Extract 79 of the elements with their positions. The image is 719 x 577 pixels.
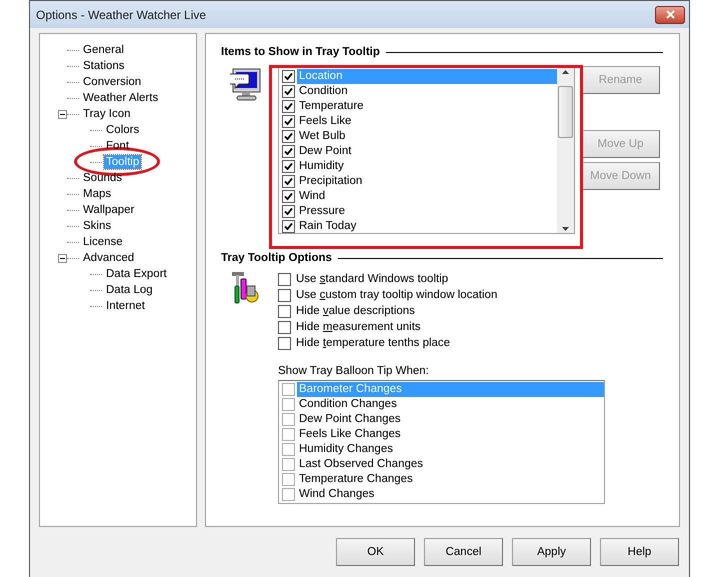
option-label[interactable]: Hide value descriptions xyxy=(296,305,415,317)
option-label[interactable]: Hide temperature tenths place xyxy=(296,337,450,349)
section-title: Items to Show in Tray Tooltip xyxy=(221,46,380,58)
list-item[interactable]: Last Observed Changes xyxy=(297,457,604,472)
checkbox[interactable] xyxy=(278,288,291,302)
list-item[interactable]: Wind Changes xyxy=(297,487,604,502)
checkbox[interactable] xyxy=(282,175,295,188)
tree-item[interactable]: Sounds xyxy=(81,171,124,185)
tree-item[interactable]: Conversion xyxy=(81,75,144,89)
list-item[interactable]: Humidity Changes xyxy=(297,442,604,457)
scrollbar-thumb[interactable] xyxy=(558,86,573,138)
tree-item[interactable]: Data Log xyxy=(104,283,155,297)
tree-item[interactable]: Maps xyxy=(81,187,114,201)
list-item[interactable]: Feels Like Changes xyxy=(297,427,604,442)
checkbox[interactable] xyxy=(282,115,295,128)
checkbox[interactable] xyxy=(282,220,295,233)
window-title: Options - Weather Watcher Live xyxy=(36,8,206,22)
tree-item[interactable]: Colors xyxy=(104,123,142,137)
checkbox[interactable] xyxy=(278,336,291,350)
option-label[interactable]: Hide measurement units xyxy=(296,321,421,333)
list-item[interactable]: Wet Bulb xyxy=(297,129,557,144)
scrollbar[interactable] xyxy=(557,68,574,233)
monitor-icon xyxy=(230,67,261,101)
dialog-button[interactable]: Cancel xyxy=(424,538,503,566)
tree-item[interactable]: Internet xyxy=(104,299,147,313)
list-item[interactable]: Temperature xyxy=(297,99,557,114)
scroll-up-icon[interactable] xyxy=(562,70,569,74)
checkbox[interactable] xyxy=(278,320,291,334)
collapse-icon[interactable] xyxy=(58,110,67,118)
checkbox[interactable] xyxy=(282,383,295,396)
tree-item[interactable]: Weather Alerts xyxy=(81,91,160,105)
checkbox[interactable] xyxy=(282,190,295,203)
collapse-icon[interactable] xyxy=(58,254,67,262)
field-label: Show Tray Balloon Tip When: xyxy=(278,365,430,377)
list-item[interactable]: Condition xyxy=(297,84,557,99)
checkbox[interactable] xyxy=(282,413,295,426)
checkbox[interactable] xyxy=(282,473,295,486)
list-item[interactable]: Dew Point xyxy=(297,144,557,159)
list-item[interactable]: Feels Like xyxy=(297,114,557,129)
list-item[interactable]: Condition Changes xyxy=(297,397,604,412)
close-icon xyxy=(666,10,674,19)
list-item[interactable]: Wind xyxy=(297,189,557,204)
tree-item[interactable]: Tray Icon xyxy=(81,107,133,121)
checkbox[interactable] xyxy=(282,205,295,218)
checkbox[interactable] xyxy=(278,304,291,318)
checkbox[interactable] xyxy=(282,160,295,173)
tree-item[interactable]: License xyxy=(81,235,125,249)
checkbox[interactable] xyxy=(282,458,295,471)
tools-icon xyxy=(230,271,261,304)
checkbox[interactable] xyxy=(282,443,295,456)
option-label[interactable]: Use custom tray tooltip window location xyxy=(296,289,498,301)
list-item[interactable]: Dew Point Changes xyxy=(297,412,604,427)
checkbox[interactable] xyxy=(282,70,295,83)
checkbox[interactable] xyxy=(282,398,295,411)
tree-item[interactable]: General xyxy=(81,43,126,57)
list-item[interactable]: Temperature Changes xyxy=(297,472,604,487)
dialog-button[interactable]: OK xyxy=(336,538,415,566)
tree-item[interactable]: Stations xyxy=(81,59,127,73)
checkbox[interactable] xyxy=(282,130,295,143)
checkbox[interactable] xyxy=(282,100,295,113)
checkbox[interactable] xyxy=(282,488,295,501)
dialog-button[interactable]: Help xyxy=(600,538,679,566)
list-item[interactable]: Rain Today xyxy=(297,219,557,234)
list-item[interactable]: Pressure xyxy=(297,204,557,219)
option-label[interactable]: Use standard Windows tooltip xyxy=(296,273,448,285)
list-item[interactable]: Humidity xyxy=(297,159,557,174)
checkbox[interactable] xyxy=(282,428,295,441)
checkbox[interactable] xyxy=(282,145,295,158)
tree-item[interactable]: Advanced xyxy=(81,251,136,265)
section-title: Tray Tooltip Options xyxy=(221,252,332,264)
tree-item[interactable]: Wallpaper xyxy=(81,203,136,217)
close-button[interactable] xyxy=(655,6,685,24)
tree-item[interactable]: Skins xyxy=(81,219,114,233)
checkbox[interactable] xyxy=(282,85,295,98)
tree-item[interactable]: Data Export xyxy=(104,267,169,281)
list-item[interactable]: Precipitation xyxy=(297,174,557,189)
checkbox[interactable] xyxy=(278,272,291,286)
scroll-down-icon[interactable] xyxy=(562,227,569,231)
dialog-button[interactable]: Apply xyxy=(512,538,591,566)
